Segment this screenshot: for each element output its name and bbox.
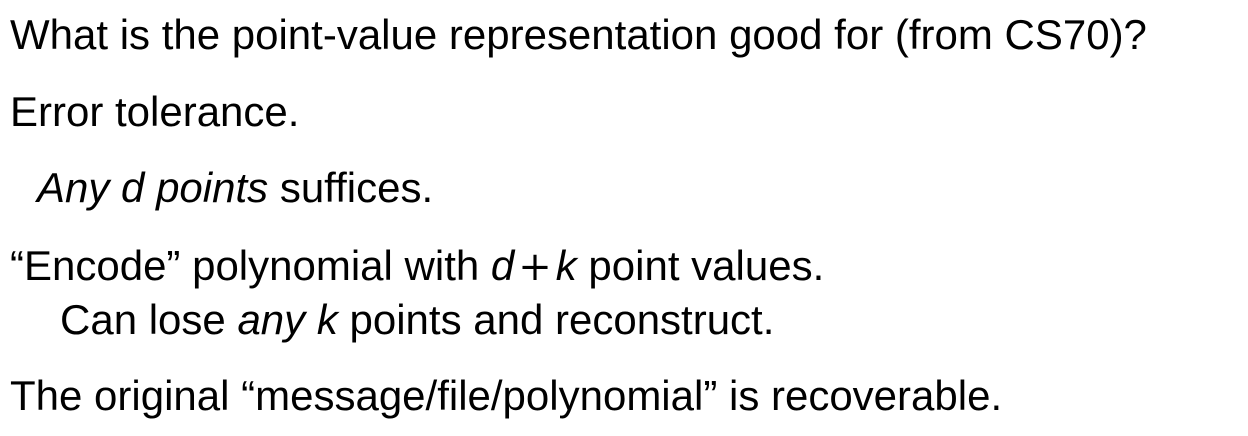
point-lose-any-k: Can lose any k points and reconstruct. bbox=[60, 296, 774, 344]
reconstruct-text: points and reconstruct. bbox=[337, 296, 775, 343]
plus-operator: + bbox=[518, 244, 552, 290]
var-d: d bbox=[490, 242, 515, 289]
any-d-points-emphasis: Any d points bbox=[37, 164, 269, 211]
point-encode-polynomial: “Encode” polynomial with d +k point value… bbox=[10, 242, 824, 291]
any-k-emphasis: any k bbox=[237, 296, 338, 343]
point-any-d-points: Any d points suffices. bbox=[37, 164, 433, 212]
can-lose-text: Can lose bbox=[60, 296, 238, 343]
point-error-tolerance: Error tolerance. bbox=[10, 88, 300, 135]
question-heading: What is the point-value representation g… bbox=[10, 11, 1147, 58]
slide-content: What is the point-value representation g… bbox=[0, 0, 1248, 436]
point-values-text: point values. bbox=[576, 242, 825, 289]
point-recoverable: The original “message/file/polynomial” i… bbox=[10, 372, 1003, 419]
encode-text: “Encode” polynomial with bbox=[10, 242, 491, 289]
suffices-text: suffices. bbox=[268, 164, 434, 211]
var-k: k bbox=[555, 242, 577, 289]
